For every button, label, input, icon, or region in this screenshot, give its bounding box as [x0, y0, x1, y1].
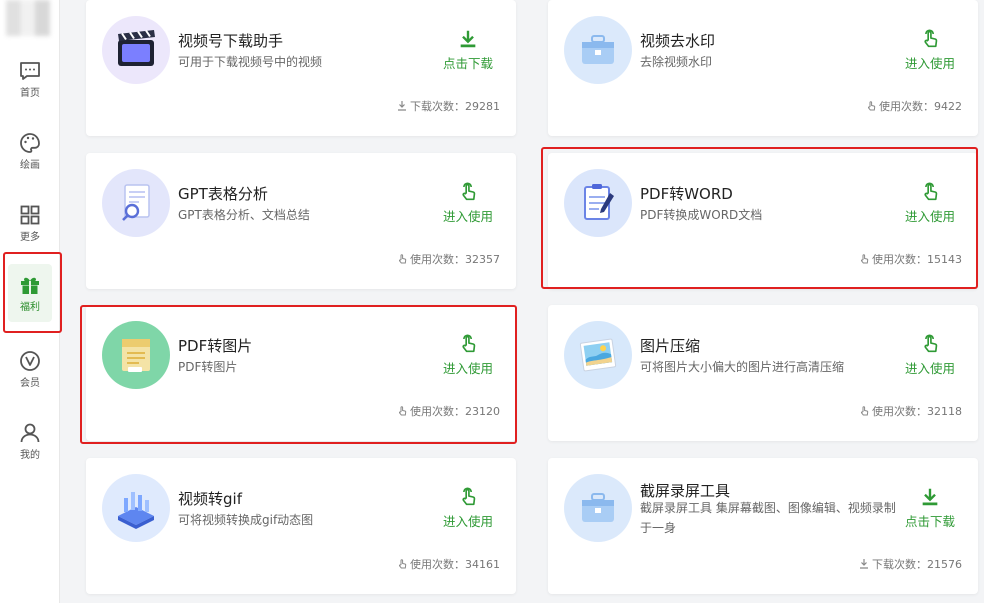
enter-use-button[interactable]: 进入使用 [900, 333, 960, 377]
use-count: 使用次数：32118 [858, 403, 962, 419]
tool-card-pdf-to-word[interactable]: PDF转WORD PDF转换成WORD文档 进入使用 使用次数：15143 [548, 153, 978, 289]
use-count: 使用次数：15143 [858, 251, 962, 267]
note-paper-icon [102, 321, 170, 389]
card-description: PDF转换成WORD文档 [640, 208, 763, 222]
card-description: 去除视频水印 [640, 55, 713, 69]
card-description: 可将图片大小偏大的图片进行高清压缩 [640, 360, 845, 374]
sidebar-item-home[interactable]: 首页 [0, 46, 60, 112]
card-description: GPT表格分析、文档总结 [178, 208, 310, 222]
download-button[interactable]: 点击下载 [438, 28, 498, 72]
card-title: 视频转gif [178, 490, 242, 508]
isometric-chart-icon [102, 474, 170, 542]
sidebar-item-label: 我的 [20, 449, 40, 461]
enter-use-button[interactable]: 进入使用 [900, 181, 960, 225]
download-count-icon [398, 101, 406, 111]
hand-icon [398, 559, 407, 569]
sidebar: 首页 绘画 更多 福利 会员 我的 [0, 0, 60, 603]
download-count-icon [860, 559, 868, 569]
tap-icon [924, 29, 938, 48]
sidebar-item-label: 福利 [20, 301, 40, 313]
palette-icon [20, 132, 40, 153]
clipboard-pen-icon [564, 169, 632, 237]
card-description: PDF转图片 [178, 360, 238, 374]
card-description: 截屏录屏工具 集屏幕截图、图像编辑、视频录制于一身 [640, 501, 896, 535]
enter-use-button[interactable]: 进入使用 [438, 486, 498, 530]
card-description: 可用于下载视频号中的视频 [178, 55, 323, 69]
hand-icon [867, 101, 876, 111]
tool-card-video-to-gif[interactable]: 视频转gif 可将视频转换成gif动态图 进入使用 使用次数：34161 [86, 458, 516, 594]
download-button[interactable]: 点击下载 [900, 486, 960, 530]
card-title: 视频去水印 [640, 32, 716, 50]
hand-icon [398, 406, 407, 416]
sidebar-item-welfare[interactable]: 福利 [0, 260, 60, 326]
tap-icon [462, 487, 476, 506]
hand-icon [860, 406, 869, 416]
download-icon [460, 30, 476, 48]
card-title: GPT表格分析 [178, 185, 268, 203]
sidebar-item-more[interactable]: 更多 [0, 190, 60, 256]
grid-icon [20, 205, 40, 224]
app-window: 首页 绘画 更多 福利 会员 我的 视频号下载助手 可用于下载视频号中的视频 点… [0, 0, 984, 603]
document-search-icon [102, 169, 170, 237]
sidebar-item-label: 首页 [20, 87, 40, 99]
clapperboard-icon [102, 16, 170, 84]
toolbox-icon [564, 16, 632, 84]
avatar[interactable] [6, 0, 50, 36]
gift-icon [21, 277, 39, 294]
use-count: 使用次数：23120 [396, 403, 500, 419]
card-description: 可将视频转换成gif动态图 [178, 513, 314, 527]
tool-card-gpt-table-analysis[interactable]: GPT表格分析 GPT表格分析、文档总结 进入使用 使用次数：32357 [86, 153, 516, 289]
use-count: 使用次数：32357 [396, 251, 500, 267]
tap-icon [924, 182, 938, 201]
card-title: 视频号下载助手 [178, 32, 284, 50]
chat-icon [20, 61, 40, 80]
tool-card-video-downloader[interactable]: 视频号下载助手 可用于下载视频号中的视频 点击下载 下载次数：29281 [86, 0, 516, 136]
sidebar-item-active-bg: 福利 [8, 264, 52, 322]
tool-card-image-compression[interactable]: 图片压缩 可将图片大小偏大的图片进行高清压缩 进入使用 使用次数：32118 [548, 305, 978, 441]
card-title: 图片压缩 [640, 337, 701, 355]
enter-use-button[interactable]: 进入使用 [438, 333, 498, 377]
hand-icon [860, 254, 869, 264]
photo-icon [564, 321, 632, 389]
use-count: 使用次数：9422 [865, 98, 962, 114]
tool-card-video-watermark-removal[interactable]: 视频去水印 去除视频水印 进入使用 使用次数：9422 [548, 0, 978, 136]
card-title: PDF转WORD [640, 185, 733, 203]
enter-use-button[interactable]: 进入使用 [900, 28, 960, 72]
hand-icon [398, 254, 407, 264]
card-title: PDF转图片 [178, 337, 253, 355]
sidebar-item-label: 会员 [20, 377, 40, 389]
use-count: 使用次数：34161 [396, 556, 500, 572]
tap-icon [924, 334, 938, 353]
tap-icon [462, 182, 476, 201]
sidebar-item-drawing[interactable]: 绘画 [0, 118, 60, 184]
vip-icon [20, 350, 40, 371]
sidebar-item-label: 更多 [20, 231, 40, 243]
tool-card-pdf-to-image[interactable]: PDF转图片 PDF转图片 进入使用 使用次数：23120 [86, 305, 516, 441]
tool-card-screen-capture[interactable]: 截屏录屏工具 截屏录屏工具 集屏幕截图、图像编辑、视频录制于一身 点击下载 下载… [548, 458, 978, 594]
download-icon [922, 488, 938, 506]
sidebar-item-label: 绘画 [20, 159, 40, 171]
download-count: 下载次数：21576 [858, 556, 962, 572]
sidebar-item-vip[interactable]: 会员 [0, 336, 60, 402]
toolbox-icon [564, 474, 632, 542]
user-icon [20, 423, 40, 442]
sidebar-item-me[interactable]: 我的 [0, 408, 60, 474]
download-count: 下载次数：29281 [396, 98, 500, 114]
tap-icon [462, 334, 476, 353]
enter-use-button[interactable]: 进入使用 [438, 181, 498, 225]
